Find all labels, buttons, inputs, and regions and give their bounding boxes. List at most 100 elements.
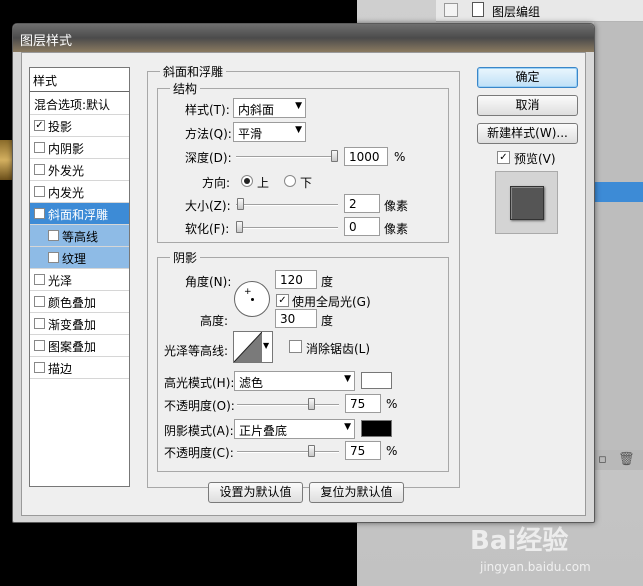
checkbox[interactable] [48,230,59,241]
soften-slider[interactable] [236,221,338,233]
layers-panel-row[interactable]: 图层编组 [436,0,643,22]
selected-layer-highlight [594,182,643,202]
layer-group-name: 图层编组 [492,5,541,19]
shadow-opacity-field[interactable]: 75 [345,441,381,460]
watermark: Bai经验 jingyan.baidu.com [470,520,640,580]
shadow-mode-dropdown[interactable]: 正片叠底 ▼ [234,419,355,439]
slider-track [236,156,338,158]
reset-default-button[interactable]: 复位为默认值 [309,482,404,503]
shadow-color-swatch[interactable] [361,420,392,437]
style-item-texture[interactable]: 纹理 [30,247,129,269]
make-default-button[interactable]: 设置为默认值 [208,482,303,503]
style-item-inner-glow[interactable]: 内发光 [30,181,129,203]
slider-track [237,451,339,453]
highlight-opacity-field[interactable]: 75 [345,394,381,413]
global-light-checkbox[interactable]: ✓ [276,294,289,307]
altitude-label: 高度: [200,314,229,328]
light-crosshair-icon: + [244,287,252,297]
slider-thumb[interactable] [308,445,316,457]
style-item-color-overlay[interactable]: 颜色叠加 [30,291,129,313]
style-item-outer-glow[interactable]: 外发光 [30,159,129,181]
trash-icon[interactable]: 🗑 [618,452,635,467]
style-item-drop-shadow[interactable]: ✓ 投影 [30,115,129,137]
style-item-label: 内阴影 [48,142,85,156]
dropdown-value: 正片叠底 [239,424,288,438]
dropdown-value: 内斜面 [238,103,275,117]
styles-header[interactable]: 样式 [30,68,129,92]
checkbox[interactable] [34,164,45,175]
direction-up-label: 上 [257,176,270,190]
slider-thumb[interactable] [308,398,316,410]
ok-button[interactable]: 确定 [477,67,578,88]
watermark-url: jingyan.baidu.com [480,560,591,574]
soften-field[interactable]: 0 [344,217,380,236]
layers-panel-strip [594,22,643,452]
style-item-label: 颜色叠加 [48,296,97,310]
depth-unit: % [394,150,406,164]
chevron-down-icon: ▼ [295,101,302,111]
checkbox[interactable] [34,362,45,373]
slider-thumb[interactable] [236,221,243,233]
checkbox[interactable]: ✓ [34,120,45,131]
cancel-button[interactable]: 取消 [477,95,578,116]
visibility-toggle[interactable] [444,3,458,17]
style-item-label: 斜面和浮雕 [48,208,109,222]
structure-group: 结构 样式(T): 内斜面 ▼ 方法(Q): 平滑 ▼ 深度(D): 1000 % … [157,80,449,243]
style-item-pattern-overlay[interactable]: 图案叠加 [30,335,129,357]
checkbox[interactable]: ✓ [34,208,45,219]
style-item-gradient-overlay[interactable]: 渐变叠加 [30,313,129,335]
angle-dial[interactable]: + [234,281,270,317]
style-item-label: 光泽 [48,274,73,288]
style-item-label: 内发光 [48,186,85,200]
checkbox[interactable] [34,340,45,351]
direction-down-radio[interactable] [284,175,296,187]
altitude-field[interactable]: 30 [275,309,317,328]
checkbox[interactable] [34,274,45,285]
shadow-opacity-unit: % [386,444,398,458]
size-unit: 像素 [384,199,409,213]
checkbox[interactable] [34,142,45,153]
slider-thumb[interactable] [331,150,338,162]
style-item-contour[interactable]: 等高线 [30,225,129,247]
style-item-stroke[interactable]: 描边 [30,357,129,379]
highlight-opacity-slider[interactable] [237,398,339,410]
shadow-opacity-slider[interactable] [237,445,339,457]
shadow-mode-label: 阴影模式(A): [164,424,234,438]
technique-dropdown[interactable]: 平滑 ▼ [233,122,306,142]
layer-style-dialog: 图层样式 样式 混合选项:默认 ✓ 投影 内阴影 外发光 内发光 ✓ 斜面和浮雕 等… [12,23,595,523]
dialog-titlebar[interactable]: 图层样式 [13,24,594,52]
watermark-text: Bai经验 [470,526,569,556]
slider-track [236,227,338,229]
style-item-label: 投影 [48,120,73,134]
global-light-label: 使用全局光(G) [292,295,371,309]
angle-field[interactable]: 120 [275,270,317,289]
highlight-mode-dropdown[interactable]: 滤色 ▼ [234,371,355,391]
style-item-bevel-emboss[interactable]: ✓ 斜面和浮雕 [30,203,129,225]
depth-label: 深度(D): [185,151,232,165]
direction-down-label: 下 [300,176,313,190]
slider-thumb[interactable] [236,198,244,210]
style-item-satin[interactable]: 光泽 [30,269,129,291]
preview-checkbox[interactable]: ✓ [497,151,510,164]
style-item-label: 纹理 [62,252,87,266]
preview-label: 预览(V) [514,152,556,166]
blend-options-item[interactable]: 混合选项:默认 [30,93,129,115]
bevel-style-dropdown[interactable]: 内斜面 ▼ [233,98,306,118]
checkbox[interactable] [34,186,45,197]
anti-aliased-checkbox[interactable] [289,340,302,353]
depth-field[interactable]: 1000 [344,147,388,166]
layers-panel-footer: ▫ 🗑 [594,450,643,470]
new-style-button[interactable]: 新建样式(W)... [477,123,578,144]
highlight-color-swatch[interactable] [361,372,392,389]
depth-slider[interactable] [236,150,338,162]
checkbox[interactable] [48,252,59,263]
new-layer-icon[interactable]: ▫ [598,452,607,467]
checkbox[interactable] [34,296,45,307]
direction-up-radio[interactable] [241,175,253,187]
style-item-inner-shadow[interactable]: 内阴影 [30,137,129,159]
size-field[interactable]: 2 [344,194,380,213]
dial-center-icon [251,298,254,301]
gloss-contour-picker[interactable]: ▼ [233,331,273,363]
checkbox[interactable] [34,318,45,329]
size-slider[interactable] [236,198,338,210]
